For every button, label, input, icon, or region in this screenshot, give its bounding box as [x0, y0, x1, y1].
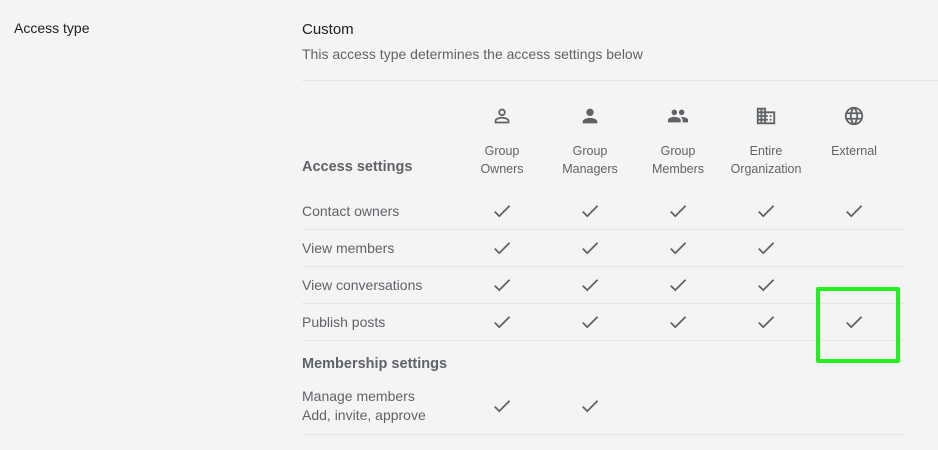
check-icon — [582, 241, 599, 254]
check-icon — [582, 204, 599, 217]
check-cell — [458, 266, 546, 303]
check-cell — [458, 378, 546, 434]
row-label: View conversations — [302, 276, 423, 293]
row-label: Contact owners — [302, 202, 400, 219]
check-icon — [670, 241, 687, 254]
check-icon — [494, 204, 511, 217]
check-icon — [494, 278, 511, 291]
check-icon — [758, 278, 775, 291]
check-cell — [634, 192, 722, 229]
check-cell — [458, 229, 546, 266]
table-row: View members — [302, 229, 904, 267]
column-label-line1: Group — [572, 144, 608, 158]
check-icon — [582, 315, 599, 328]
check-cell — [458, 192, 546, 229]
globe-icon — [810, 104, 898, 128]
column-group-members: Group Members — [634, 104, 722, 178]
check-icon — [494, 400, 511, 413]
check-cell — [722, 303, 810, 340]
column-label-line1: Entire — [749, 144, 783, 158]
person-icon — [546, 104, 634, 128]
check-icon — [846, 204, 863, 217]
row-label-title: Manage members — [302, 388, 415, 404]
check-icon — [670, 278, 687, 291]
column-label-line2: Owners — [480, 162, 524, 176]
column-label-line2: Organization — [730, 162, 802, 176]
check-cell — [546, 266, 634, 303]
building-icon — [722, 104, 810, 128]
check-cell — [722, 229, 810, 266]
row-label: View members — [302, 239, 395, 256]
divider — [302, 80, 938, 81]
table-row: Manage members Add, invite, approve — [302, 378, 904, 435]
column-group-owners: Group Owners — [458, 104, 546, 178]
row-label-subtitle: Add, invite, approve — [302, 407, 426, 423]
column-external: External — [810, 104, 898, 160]
person-outline-icon — [458, 104, 546, 128]
column-label-line2: Members — [651, 162, 705, 176]
check-icon — [846, 315, 863, 328]
check-cell — [810, 192, 898, 229]
column-label-line1: Group — [484, 144, 520, 158]
column-label-line1: Group — [660, 144, 696, 158]
check-icon — [494, 315, 511, 328]
people-icon — [634, 104, 722, 128]
check-icon — [582, 400, 599, 413]
check-cell — [634, 266, 722, 303]
column-entire-organization: Entire Organization — [722, 104, 810, 178]
section-label: Access type — [14, 20, 90, 36]
check-cell — [810, 303, 898, 340]
check-cell — [722, 266, 810, 303]
table-row: Publish posts — [302, 303, 904, 341]
row-label: Publish posts — [302, 313, 386, 330]
access-type-title: Custom — [302, 21, 354, 38]
check-icon — [758, 204, 775, 217]
check-icon — [758, 241, 775, 254]
access-type-description: This access type determines the access s… — [302, 46, 643, 62]
row-label: Manage members Add, invite, approve — [302, 378, 426, 434]
check-cell — [722, 192, 810, 229]
check-cell — [458, 303, 546, 340]
column-label-line2: Managers — [562, 162, 618, 176]
check-icon — [670, 204, 687, 217]
table-row: Contact owners — [302, 192, 904, 230]
check-cell — [634, 303, 722, 340]
check-cell — [546, 303, 634, 340]
check-cell — [634, 229, 722, 266]
check-icon — [670, 315, 687, 328]
column-label-line1: External — [831, 144, 877, 158]
check-icon — [582, 278, 599, 291]
access-settings-heading: Access settings — [302, 159, 413, 175]
check-icon — [758, 315, 775, 328]
check-icon — [494, 241, 511, 254]
check-cell — [546, 229, 634, 266]
check-cell — [546, 192, 634, 229]
column-group-managers: Group Managers — [546, 104, 634, 178]
membership-settings-heading: Membership settings — [302, 356, 448, 372]
table-row: View conversations — [302, 266, 904, 304]
check-cell — [546, 378, 634, 434]
